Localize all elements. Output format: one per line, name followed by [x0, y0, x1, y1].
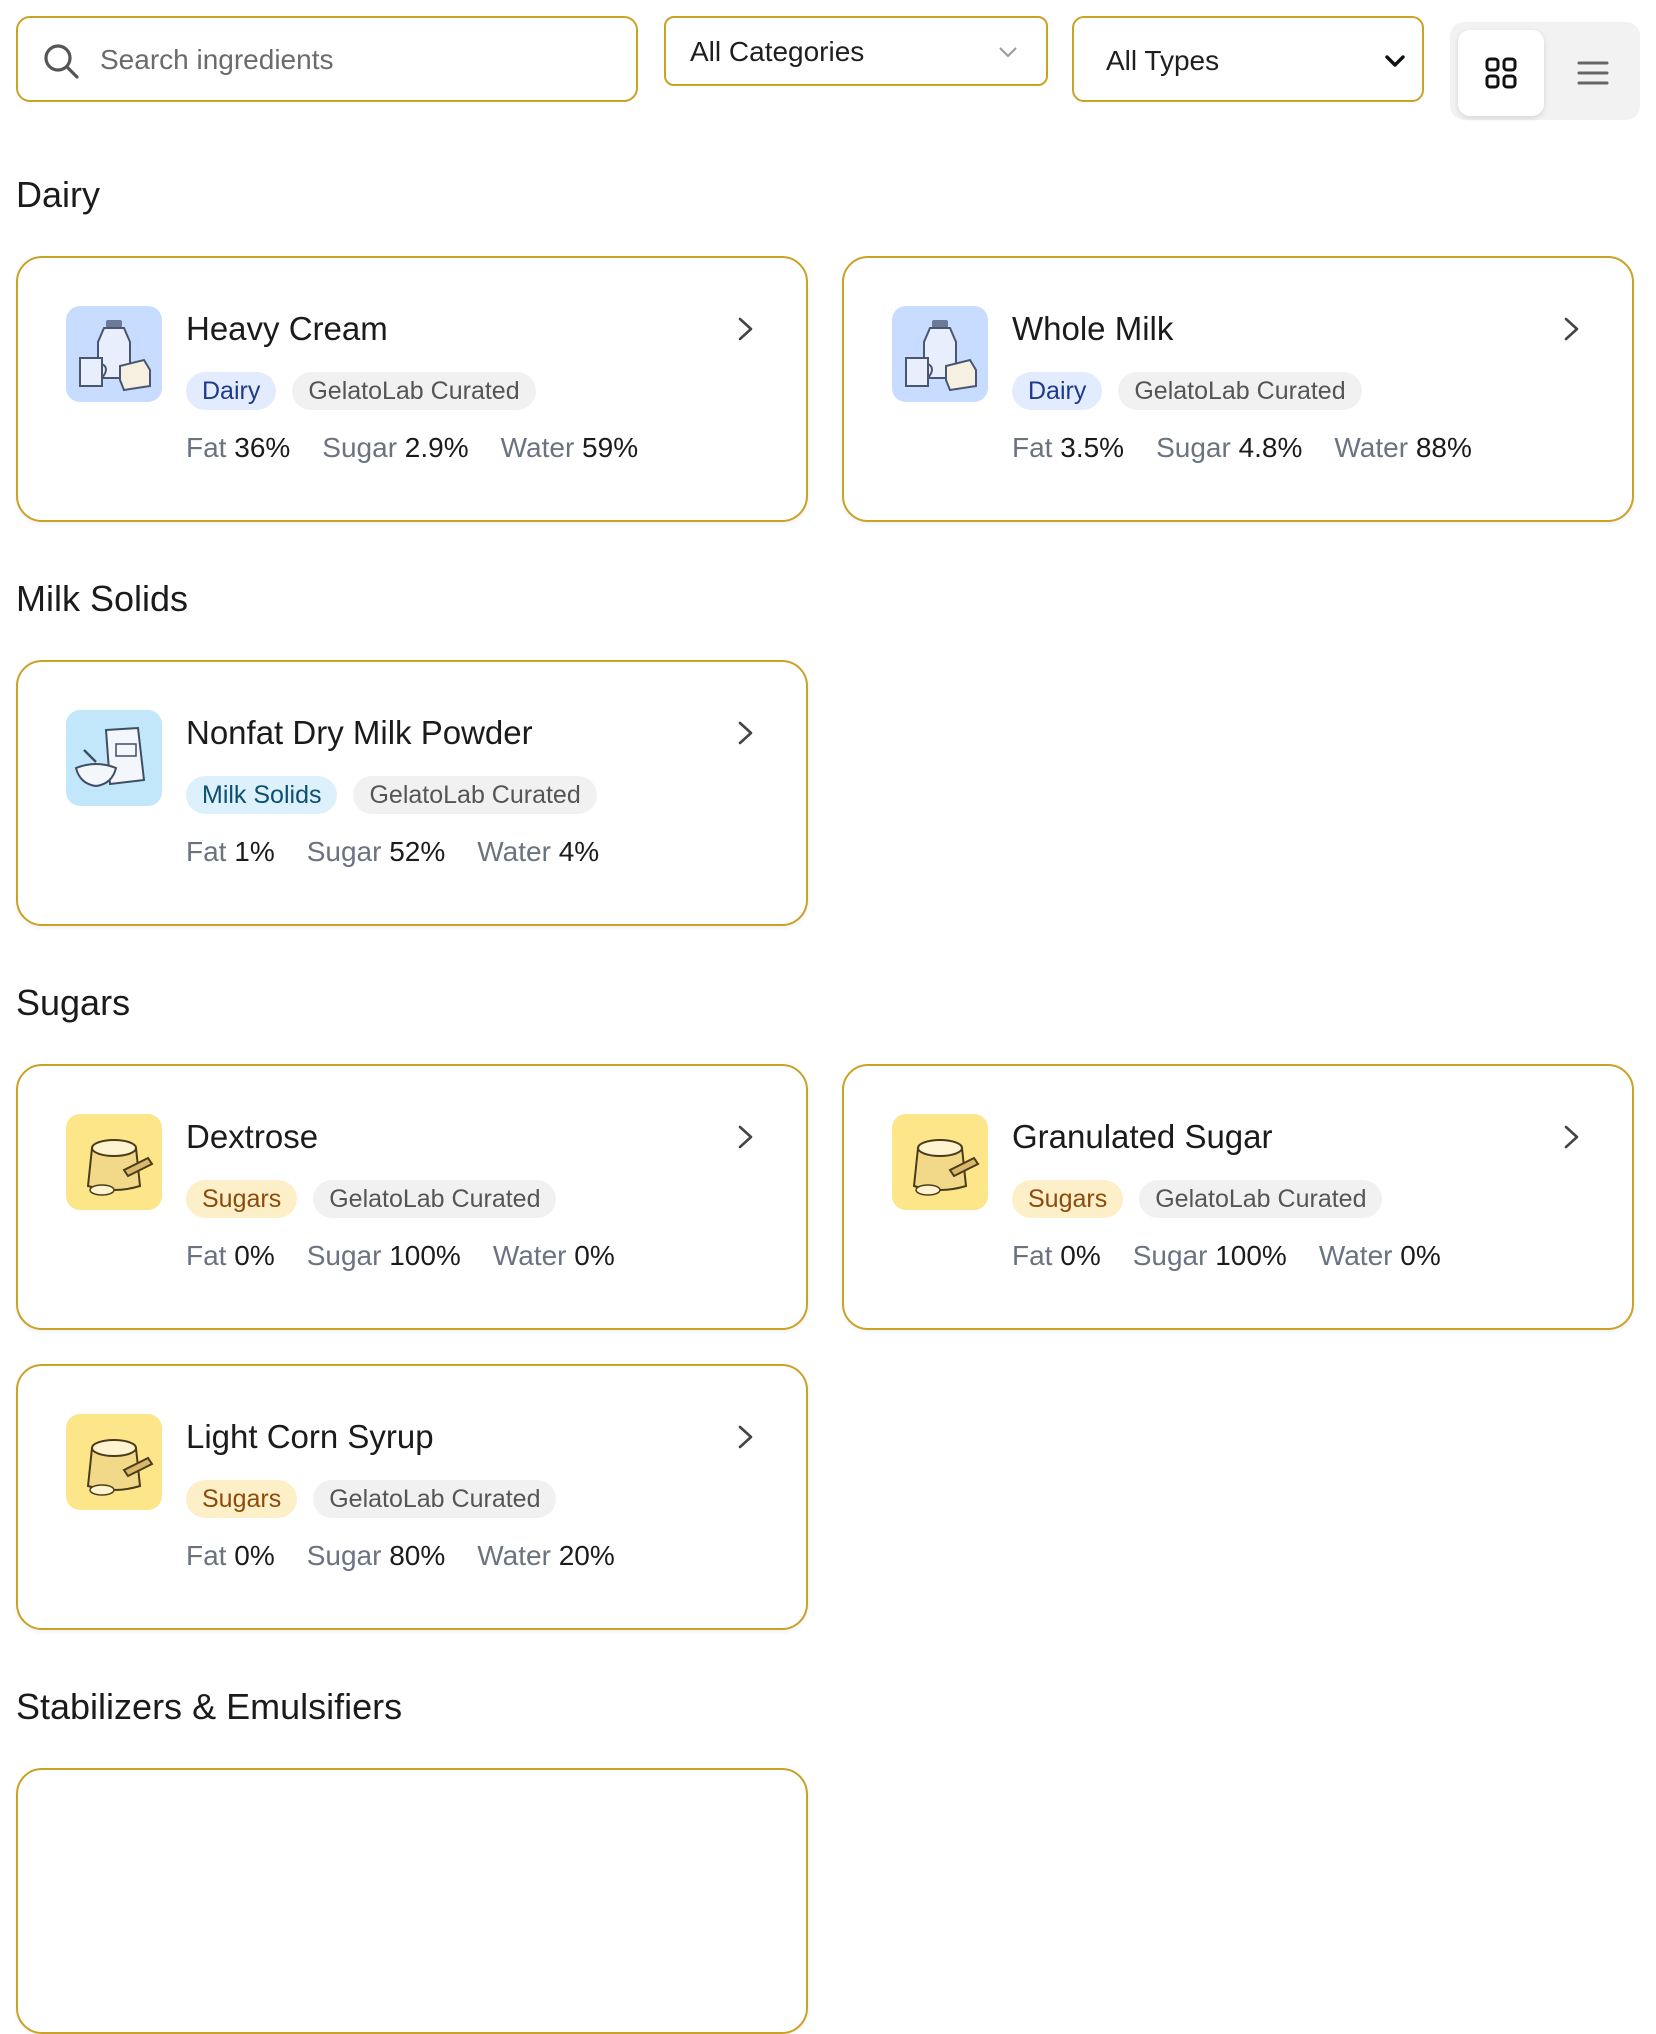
sugar-stat: Sugar 2.9% — [322, 432, 469, 463]
source-tag: GelatoLab Curated — [353, 776, 597, 814]
type-select-value: All Types — [1106, 45, 1220, 76]
tag-list: Milk Solids GelatoLab Curated — [186, 776, 597, 814]
search-input[interactable] — [98, 32, 622, 88]
water-stat: Water 20% — [477, 1540, 615, 1571]
sugar-sack-icon — [912, 1139, 980, 1196]
tag-list: Sugars GelatoLab Curated — [186, 1480, 557, 1518]
nutrition-stats: Fat 0% Sugar 100% Water 0% — [1012, 1240, 1441, 1272]
search-icon — [44, 44, 79, 79]
section-title-stabilizers-emulsifiers: Stabilizers & Emulsifiers — [16, 1686, 403, 1727]
milk-powder-icon — [74, 726, 146, 788]
nutrition-stats: Fat 3.5% Sugar 4.8% Water 88% — [1012, 432, 1472, 464]
sugar-stat: Sugar 4.8% — [1156, 432, 1303, 463]
sugars-thumbnail — [66, 1414, 162, 1510]
chevron-down-icon — [999, 47, 1017, 58]
source-tag: GelatoLab Curated — [313, 1180, 557, 1218]
category-select[interactable]: All Categories — [664, 16, 1048, 86]
tag-list: Sugars GelatoLab Curated — [186, 1180, 557, 1218]
source-tag: GelatoLab Curated — [292, 372, 536, 410]
ingredient-name: Heavy Cream — [186, 310, 388, 347]
milk-solids-thumbnail — [66, 710, 162, 806]
ingredient-card-dextrose[interactable]: Dextrose Sugars GelatoLab Curated Fat 0%… — [16, 1064, 808, 1330]
fat-stat: Fat 0% — [1012, 1240, 1101, 1271]
category-tag: Sugars — [1012, 1180, 1124, 1218]
chevron-right-icon[interactable] — [730, 314, 760, 344]
sugar-stat: Sugar 80% — [306, 1540, 446, 1571]
category-tag: Sugars — [186, 1480, 298, 1518]
view-toggle — [1450, 22, 1640, 120]
chevron-right-icon[interactable] — [730, 1122, 760, 1152]
fat-stat: Fat 36% — [186, 432, 291, 463]
tag-list: Dairy GelatoLab Curated — [1012, 372, 1362, 410]
fat-stat: Fat 0% — [186, 1540, 275, 1571]
ingredient-name: Dextrose — [186, 1118, 319, 1155]
nutrition-stats: Fat 0% Sugar 80% Water 20% — [186, 1540, 615, 1572]
category-tag: Sugars — [186, 1180, 298, 1218]
category-select-value: All Categories — [690, 36, 865, 67]
chevron-right-icon[interactable] — [1556, 314, 1586, 344]
chevron-right-icon[interactable] — [730, 718, 760, 748]
fat-stat: Fat 3.5% — [1012, 432, 1125, 463]
nutrition-stats: Fat 0% Sugar 100% Water 0% — [186, 1240, 615, 1272]
nutrition-stats: Fat 1% Sugar 52% Water 4% — [186, 836, 599, 868]
ingredient-card-light-corn-syrup[interactable]: Light Corn Syrup Sugars GelatoLab Curate… — [16, 1364, 808, 1630]
tag-list: Sugars GelatoLab Curated — [1012, 1180, 1383, 1218]
ingredient-card-whole-milk[interactable]: Whole Milk Dairy GelatoLab Curated Fat 3… — [842, 256, 1634, 522]
source-tag: GelatoLab Curated — [313, 1480, 557, 1518]
nutrition-stats: Fat 36% Sugar 2.9% Water 59% — [186, 432, 638, 464]
category-tag: Dairy — [1012, 372, 1103, 410]
ingredient-card-nonfat-dry-milk-powder[interactable]: Nonfat Dry Milk Powder Milk Solids Gelat… — [16, 660, 808, 926]
section-title-sugars: Sugars — [16, 982, 131, 1023]
water-stat: Water 0% — [492, 1240, 615, 1271]
sugars-thumbnail — [892, 1114, 988, 1210]
ingredient-name: Light Corn Syrup — [186, 1418, 434, 1455]
water-stat: Water 59% — [500, 432, 639, 463]
sugar-stat: Sugar 52% — [306, 836, 446, 867]
dairy-icon — [79, 320, 151, 392]
sugars-thumbnail — [66, 1114, 162, 1210]
ingredient-name: Whole Milk — [1012, 310, 1174, 347]
sugar-stat: Sugar 100% — [306, 1240, 461, 1271]
source-tag: GelatoLab Curated — [1118, 372, 1362, 410]
tag-list: Dairy GelatoLab Curated — [186, 372, 536, 410]
search-box[interactable] — [16, 16, 638, 102]
dairy-thumbnail — [66, 306, 162, 402]
chevron-right-icon[interactable] — [1556, 1122, 1586, 1152]
ingredient-card-partial[interactable] — [16, 1768, 808, 2034]
fat-stat: Fat 1% — [186, 836, 275, 867]
chevron-right-icon[interactable] — [730, 1422, 760, 1452]
ingredient-name: Granulated Sugar — [1012, 1118, 1273, 1155]
ingredient-card-heavy-cream[interactable]: Heavy Cream Dairy GelatoLab Curated Fat … — [16, 256, 808, 522]
ingredient-card-granulated-sugar[interactable]: Granulated Sugar Sugars GelatoLab Curate… — [842, 1064, 1634, 1330]
ingredient-name: Nonfat Dry Milk Powder — [186, 714, 533, 751]
category-tag: Dairy — [186, 372, 277, 410]
water-stat: Water 0% — [1318, 1240, 1441, 1271]
section-title-milk-solids: Milk Solids — [16, 578, 189, 619]
chevron-down-icon — [1385, 55, 1405, 67]
sugar-sack-icon — [86, 1139, 154, 1196]
water-stat: Water 4% — [477, 836, 600, 867]
toolbar: All Categories All Types — [16, 16, 1640, 120]
list-icon — [1577, 61, 1609, 85]
list-view-button[interactable] — [1550, 30, 1636, 116]
sugar-sack-icon — [86, 1439, 154, 1496]
type-select[interactable]: All Types — [1072, 16, 1424, 102]
dairy-thumbnail — [892, 306, 988, 402]
water-stat: Water 88% — [1334, 432, 1472, 463]
source-tag: GelatoLab Curated — [1139, 1180, 1383, 1218]
grid-icon — [1485, 57, 1517, 89]
sugar-stat: Sugar 100% — [1132, 1240, 1287, 1271]
section-title-dairy: Dairy — [16, 174, 101, 215]
fat-stat: Fat 0% — [186, 1240, 275, 1271]
category-tag: Milk Solids — [186, 776, 338, 814]
grid-view-button[interactable] — [1458, 30, 1544, 116]
dairy-icon — [905, 320, 977, 392]
